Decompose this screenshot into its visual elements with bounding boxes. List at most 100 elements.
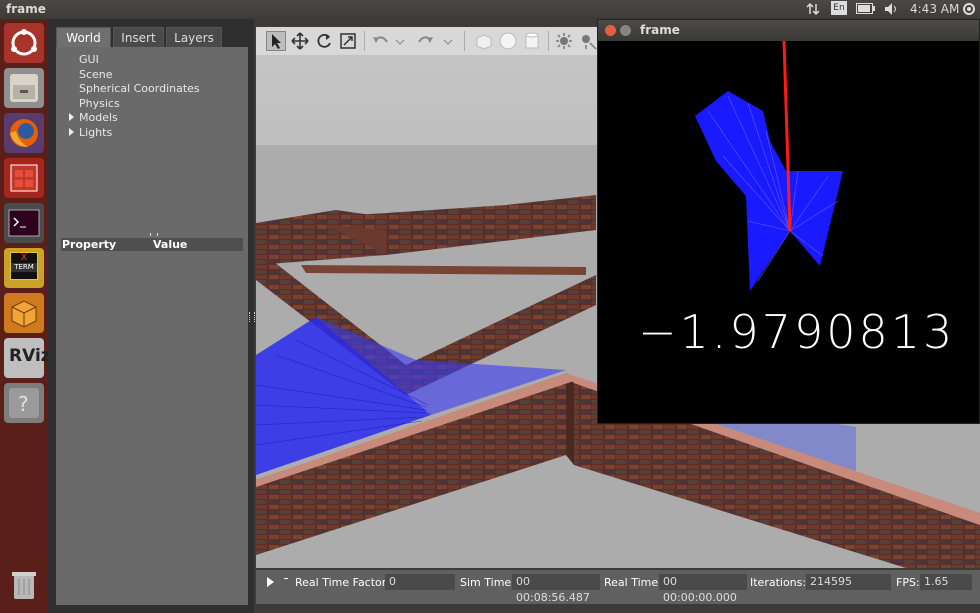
gazebo-status-bar: Real Time Factor: 0 Sim Time: 00 00:08:5… — [256, 570, 980, 604]
frame-window: frame −1.9790813 — [597, 19, 980, 424]
box-shape-icon — [476, 34, 492, 50]
play-icon — [267, 577, 274, 587]
move-arrows-icon — [291, 32, 309, 50]
firefox-icon — [10, 119, 38, 147]
tree-item-gui[interactable]: GUI — [79, 53, 99, 66]
toolbar-divider — [464, 31, 465, 51]
volume-icon[interactable] — [884, 2, 900, 19]
fps-value: 1.65 — [920, 574, 972, 590]
redo-button[interactable] — [416, 31, 436, 51]
fps-label: FPS: — [896, 576, 920, 589]
chevron-down-icon — [395, 39, 405, 45]
ubuntu-logo-icon — [11, 29, 37, 56]
tree-item-physics[interactable]: Physics — [79, 97, 120, 110]
toolbar-divider — [364, 31, 365, 51]
point-light-button[interactable] — [554, 31, 574, 51]
close-icon[interactable] — [605, 25, 616, 36]
sun-light-icon — [556, 33, 572, 49]
terminal-button[interactable] — [4, 203, 44, 243]
rtf-label: Real Time Factor: — [295, 576, 390, 589]
world-tree: GUI Scene Spherical Coordinates Physics … — [56, 47, 248, 605]
network-arrows-icon[interactable] — [806, 2, 820, 19]
rotate-mode-button[interactable] — [314, 31, 334, 51]
active-window-title: frame — [6, 2, 46, 16]
tree-item-models[interactable]: Models — [79, 111, 118, 124]
keyboard-layout-indicator[interactable]: En — [831, 1, 847, 15]
battery-icon[interactable] — [856, 3, 876, 17]
undo-icon — [373, 36, 388, 43]
sim-time-value: 00 00:08:56.487 — [512, 574, 600, 604]
trash-icon — [12, 572, 36, 599]
scale-mode-button[interactable] — [338, 31, 358, 51]
rtf-value: 0 — [385, 574, 455, 590]
tree-item-scene[interactable]: Scene — [79, 68, 113, 81]
expand-arrow-icon[interactable] — [69, 113, 74, 121]
rviz-button[interactable]: RViz — [4, 338, 51, 378]
redo-icon — [418, 36, 433, 43]
frame-title: frame — [640, 23, 680, 37]
translate-mode-button[interactable] — [290, 31, 310, 51]
terminal-icon — [8, 209, 40, 237]
help-button[interactable]: ? — [4, 383, 44, 423]
tab-insert[interactable]: Insert — [113, 27, 164, 47]
xterm-label-x: X — [20, 253, 28, 263]
file-cabinet-icon — [10, 74, 38, 102]
toolbar-divider — [548, 31, 549, 51]
gazebo-toolbar — [256, 27, 600, 55]
virtualbox-button[interactable] — [4, 293, 44, 333]
iterations-value: 214595 — [806, 574, 891, 590]
insert-cylinder-button[interactable] — [522, 31, 542, 51]
calculator-icon — [10, 164, 38, 192]
tree-item-lights[interactable]: Lights — [79, 126, 112, 139]
minimize-icon[interactable] — [620, 25, 631, 36]
calculator-button[interactable] — [4, 158, 44, 198]
trash-button[interactable] — [4, 564, 44, 604]
tab-layers[interactable]: Layers — [166, 27, 222, 47]
play-pause-button[interactable] — [266, 576, 276, 591]
rotate-icon — [317, 33, 331, 48]
top-panel: frame En 4:43 AM — [0, 0, 980, 19]
question-mark-icon: ? — [9, 388, 39, 418]
firefox-button[interactable] — [4, 113, 44, 153]
property-table-header: Property Value — [61, 238, 243, 251]
ubuntu-dash-button[interactable] — [4, 23, 44, 63]
step-button[interactable] — [284, 578, 288, 579]
scale-icon — [340, 33, 356, 49]
laser-scan-visualization — [695, 41, 843, 291]
settings-gear-icon[interactable] — [962, 2, 976, 19]
sphere-shape-icon — [499, 32, 517, 50]
expand-arrow-icon[interactable] — [69, 128, 74, 136]
splitter-handle[interactable] — [150, 233, 158, 236]
clock[interactable]: 4:43 AM — [910, 2, 959, 16]
rviz-label: RViz — [9, 346, 51, 366]
tree-item-spherical-coordinates[interactable]: Spherical Coordinates — [79, 82, 200, 95]
xterm-button[interactable]: X TERM — [4, 248, 44, 288]
sim-time-label: Sim Time: — [460, 576, 515, 589]
value-column-header: Value — [153, 238, 188, 251]
undo-button[interactable] — [370, 31, 390, 51]
cylinder-shape-icon — [525, 32, 539, 49]
files-button[interactable] — [4, 68, 44, 108]
chevron-down-icon — [443, 39, 453, 45]
arrow-pointer-icon — [272, 34, 281, 49]
box-icon — [11, 300, 37, 328]
xterm-icon: X TERM — [10, 252, 38, 280]
insert-box-button[interactable] — [474, 31, 494, 51]
frame-titlebar[interactable]: frame — [598, 20, 979, 41]
launcher: X TERM RViz ? — [0, 19, 51, 613]
select-mode-button[interactable] — [266, 31, 286, 51]
property-column-header: Property — [62, 238, 117, 251]
spot-light-icon — [582, 35, 597, 50]
undo-history-dropdown[interactable] — [394, 31, 406, 51]
panel-splitter-handle[interactable] — [249, 312, 255, 322]
real-time-label: Real Time: — [604, 576, 662, 589]
xterm-label-term: TERM — [11, 263, 37, 272]
insert-sphere-button[interactable] — [498, 31, 518, 51]
svg-text:?: ? — [18, 392, 29, 416]
real-time-value: 00 00:00:00.000 — [659, 574, 747, 604]
redo-history-dropdown[interactable] — [442, 31, 454, 51]
heading-value-readout: −1.9790813 — [638, 305, 956, 359]
tab-world[interactable]: World — [56, 27, 111, 47]
iterations-label: Iterations: — [750, 576, 807, 589]
spot-light-button[interactable] — [578, 31, 598, 51]
